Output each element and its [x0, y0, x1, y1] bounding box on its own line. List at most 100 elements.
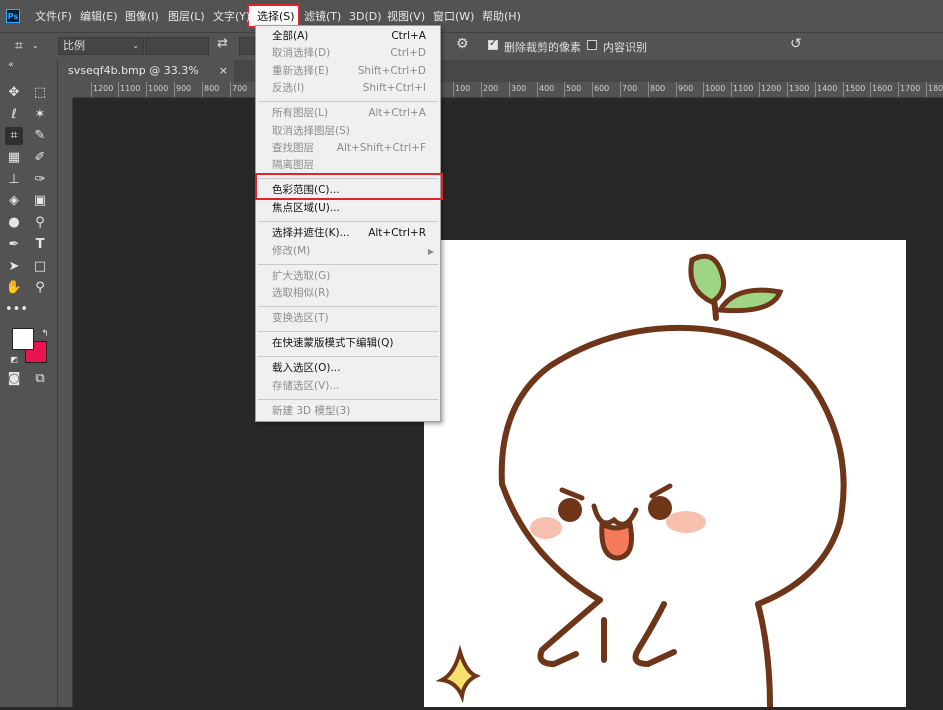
zoom-tool-icon[interactable]: ⚲	[31, 279, 49, 297]
ruler-tick: 1100	[730, 82, 754, 97]
menu-edit[interactable]: 编辑(E)	[80, 9, 118, 25]
ruler-tick: 1300	[786, 82, 810, 97]
menu-select[interactable]: 选择(S)	[257, 9, 295, 25]
ruler-tick: 900	[675, 82, 694, 97]
ruler-tick: 1200	[758, 82, 782, 97]
menu-item-isolate-layers[interactable]: 隔离图层	[256, 157, 440, 174]
ruler-tick: 300	[508, 82, 527, 97]
menu-3d[interactable]: 3D(D)	[349, 9, 382, 25]
chevron-down-icon[interactable]: ⌄	[32, 41, 39, 50]
ruler-origin[interactable]	[58, 82, 73, 98]
lasso-tool-icon[interactable]: ℓ	[5, 106, 23, 124]
brush-tool-icon[interactable]: ✐	[31, 149, 49, 167]
gradient-tool-icon[interactable]: ▣	[31, 192, 49, 210]
tools-panel: « ✥ ⬚ ℓ ✶ ⌗ ✎ ▦ ✐ ⊥ ✑ ◈ ▣ ● ⚲ ✒ T ➤ □ ✋ …	[0, 60, 58, 707]
menu-view[interactable]: 视图(V)	[387, 9, 425, 25]
menu-image[interactable]: 图像(I)	[125, 9, 159, 25]
right-leg	[755, 601, 773, 710]
menu-filter[interactable]: 滤镜(T)	[304, 9, 341, 25]
menu-separator	[258, 264, 438, 265]
ruler-tick: 800	[201, 82, 220, 97]
menu-item-similar[interactable]: 选取相似(R)	[256, 285, 440, 302]
eyedropper-tool-icon[interactable]: ✎	[31, 127, 49, 145]
menu-separator	[258, 399, 438, 400]
marquee-tool-icon[interactable]: ⬚	[31, 84, 49, 102]
menu-item-deselect[interactable]: 取消选择(D) Ctrl+D	[256, 45, 440, 62]
width-input[interactable]	[145, 37, 209, 55]
menu-window[interactable]: 窗口(W)	[433, 9, 474, 25]
crop-tool-icon[interactable]: ⌗	[5, 127, 23, 145]
blur-tool-icon[interactable]: ●	[5, 214, 23, 232]
menu-item-load-selection[interactable]: 载入选区(O)...	[256, 360, 440, 377]
menu-item-grow[interactable]: 扩大选取(G)	[256, 268, 440, 285]
menu-item-modify[interactable]: 修改(M) ▶	[256, 243, 440, 260]
history-brush-tool-icon[interactable]: ✑	[31, 171, 49, 189]
ruler-tick: 800	[647, 82, 666, 97]
menu-item-find-layers[interactable]: 查找图层 Alt+Shift+Ctrl+F	[256, 140, 440, 157]
crop-tool-preset-icon[interactable]: ⌗	[10, 37, 28, 55]
ruler-tick: 500	[563, 82, 582, 97]
move-tool-icon[interactable]: ✥	[5, 84, 23, 102]
healing-brush-tool-icon[interactable]: ▦	[5, 149, 23, 167]
path-selection-tool-icon[interactable]: ➤	[5, 258, 23, 276]
menu-separator	[258, 221, 438, 222]
ratio-select[interactable]: 比例 ⌄	[58, 37, 144, 55]
more-tools-icon[interactable]: •••	[5, 301, 28, 319]
collapse-icon[interactable]: «	[2, 60, 20, 70]
menu-type[interactable]: 文字(Y)	[213, 9, 250, 25]
type-tool-icon[interactable]: T	[31, 236, 49, 254]
hand-tool-icon[interactable]: ✋	[5, 279, 23, 297]
reset-icon[interactable]: ↺	[790, 36, 802, 52]
menu-item-all-layers[interactable]: 所有图层(L) Alt+Ctrl+A	[256, 105, 440, 122]
left-blush	[530, 517, 562, 539]
menu-item-select-and-mask[interactable]: 选择并遮住(K)... Alt+Ctrl+R	[256, 225, 440, 242]
menu-item-inverse[interactable]: 反选(I) Shift+Ctrl+I	[256, 80, 440, 97]
left-eye	[558, 498, 582, 522]
cartoon-illustration	[435, 253, 847, 710]
content-aware-checkbox[interactable]	[587, 40, 597, 50]
default-colors-icon[interactable]: ◩	[5, 351, 23, 369]
color-range-highlight	[255, 173, 443, 200]
dodge-tool-icon[interactable]: ⚲	[31, 214, 49, 232]
eraser-tool-icon[interactable]: ◈	[5, 192, 23, 210]
document-canvas[interactable]	[424, 240, 906, 710]
menu-item-reselect[interactable]: 重新选择(E) Shift+Ctrl+D	[256, 63, 440, 80]
ruler-tick: 1500	[842, 82, 866, 97]
menu-item-select-all[interactable]: 全部(A) Ctrl+A	[256, 28, 440, 45]
foreground-color-swatch[interactable]	[12, 328, 34, 350]
menu-layer[interactable]: 图层(L)	[168, 9, 205, 25]
menu-item-deselect-layers[interactable]: 取消选择图层(S)	[256, 123, 440, 140]
swap-icon[interactable]: ⇄	[217, 36, 228, 51]
quick-mask-icon[interactable]: ◙	[5, 370, 23, 388]
close-icon[interactable]: ×	[219, 60, 228, 82]
screen-mode-icon[interactable]: ⧉	[31, 370, 49, 388]
magic-wand-tool-icon[interactable]: ✶	[31, 106, 49, 124]
document-tab-bar: svseqf4b.bmp @ 33.3%(RGB/8) * ×	[58, 60, 943, 99]
menu-item-save-selection[interactable]: 存储选区(V)...	[256, 378, 440, 395]
height-input[interactable]	[239, 37, 255, 55]
vertical-ruler[interactable]	[58, 98, 73, 707]
leaf-sprout	[688, 253, 784, 321]
ruler-tick: 1600	[869, 82, 893, 97]
gear-icon[interactable]: ⚙	[456, 36, 469, 52]
ruler-tick: 1000	[145, 82, 169, 97]
delete-cropped-checkbox[interactable]	[488, 38, 498, 50]
ruler-tick: 1200	[90, 82, 114, 97]
menu-help[interactable]: 帮助(H)	[482, 9, 521, 25]
horizontal-ruler[interactable]: 1200 1100 1000 900 800 700 100 200 300 4…	[73, 82, 943, 98]
menu-item-quick-mask[interactable]: 在快速蒙版模式下编辑(Q)	[256, 335, 440, 352]
submenu-arrow-icon: ▶	[427, 247, 434, 256]
photoshop-logo-icon: Ps	[6, 9, 20, 23]
ruler-tick: 600	[591, 82, 610, 97]
right-blush	[666, 511, 706, 533]
ruler-tick: 1100	[117, 82, 141, 97]
clone-stamp-tool-icon[interactable]: ⊥	[5, 171, 23, 189]
rectangle-tool-icon[interactable]: □	[31, 258, 49, 276]
menu-file[interactable]: 文件(F)	[35, 9, 72, 25]
options-bar: ⌗ ⌄ 比例 ⌄ ⇄ ⚙ 删除裁剪的像素 内容识别 ↺	[0, 32, 943, 60]
pen-tool-icon[interactable]: ✒	[5, 236, 23, 254]
menu-item-transform-selection[interactable]: 变换选区(T)	[256, 310, 440, 327]
menu-item-focus-area[interactable]: 焦点区域(U)...	[256, 200, 440, 217]
menu-item-new-3d-model[interactable]: 新建 3D 模型(3)	[256, 403, 440, 420]
document-tab[interactable]: svseqf4b.bmp @ 33.3%(RGB/8) * ×	[58, 60, 234, 99]
